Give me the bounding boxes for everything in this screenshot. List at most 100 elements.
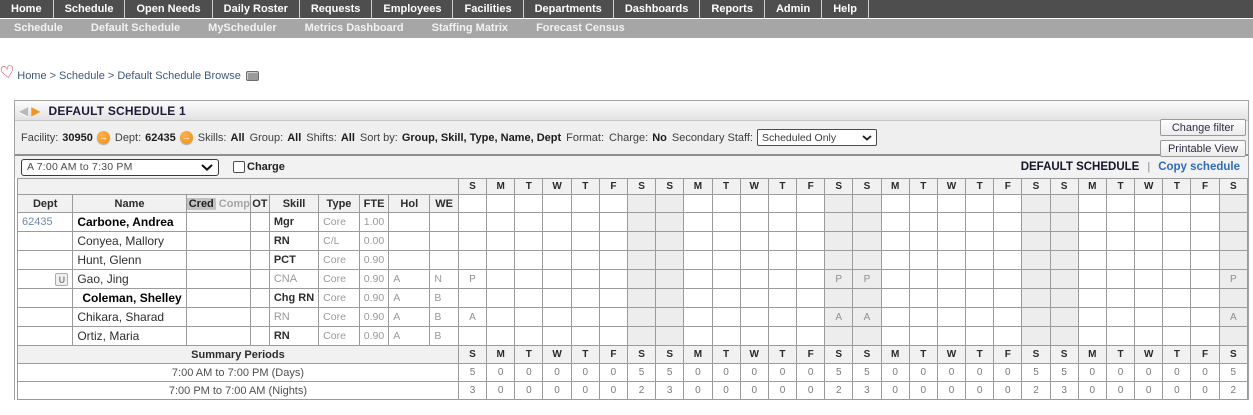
day-cell[interactable] (993, 212, 1023, 232)
day-cell[interactable] (457, 288, 488, 308)
shift-select[interactable]: A 7:00 AM to 7:30 PM (21, 158, 219, 176)
day-cell[interactable] (542, 250, 572, 270)
day-cell[interactable] (824, 194, 854, 213)
day-cell[interactable]: P (1218, 269, 1249, 289)
day-cell[interactable] (514, 288, 544, 308)
day-cell[interactable] (655, 326, 685, 346)
day-cell[interactable]: P (852, 269, 882, 289)
day-cell[interactable] (655, 231, 685, 251)
day-cell[interactable] (767, 326, 798, 346)
day-cell[interactable] (739, 307, 769, 327)
day-cell[interactable] (824, 250, 854, 270)
subnav-item-default-schedule[interactable]: Default Schedule (77, 19, 194, 38)
breadcrumb-link[interactable]: Schedule (59, 70, 105, 82)
day-cell[interactable] (880, 194, 910, 213)
day-cell[interactable] (626, 269, 657, 289)
day-cell[interactable] (824, 212, 854, 232)
day-cell[interactable] (1021, 288, 1051, 308)
day-cell[interactable] (796, 326, 826, 346)
day-cell[interactable] (457, 231, 488, 251)
subnav-item-staffing-matrix[interactable]: Staffing Matrix (418, 19, 522, 38)
day-cell[interactable] (542, 307, 572, 327)
day-cell[interactable] (1021, 250, 1051, 270)
day-cell[interactable] (936, 231, 967, 251)
day-cell[interactable] (570, 250, 600, 270)
day-cell[interactable] (598, 231, 628, 251)
day-cell[interactable] (514, 326, 544, 346)
day-cell[interactable] (993, 288, 1023, 308)
day-cell[interactable]: P (824, 269, 854, 289)
day-cell[interactable] (655, 212, 685, 232)
day-cell[interactable] (1218, 288, 1249, 308)
day-cell[interactable] (1105, 231, 1136, 251)
day-cell[interactable] (655, 307, 685, 327)
day-cell[interactable] (711, 231, 741, 251)
day-cell[interactable] (542, 326, 572, 346)
day-cell[interactable] (1218, 326, 1249, 346)
day-cell[interactable] (570, 231, 600, 251)
day-cell[interactable] (965, 288, 995, 308)
day-cell[interactable] (683, 212, 713, 232)
refresh-icon[interactable]: → (96, 131, 110, 144)
subnav-item-myscheduler[interactable]: MyScheduler (194, 19, 290, 38)
day-cell[interactable] (570, 212, 600, 232)
day-cell[interactable] (936, 269, 967, 289)
day-cell[interactable] (486, 194, 516, 213)
day-cell[interactable] (993, 231, 1023, 251)
day-cell[interactable] (570, 307, 600, 327)
day-cell[interactable] (965, 326, 995, 346)
change-filter-button[interactable]: Change filter (1160, 119, 1246, 136)
day-cell[interactable] (880, 307, 910, 327)
day-cell[interactable] (683, 326, 713, 346)
day-cell[interactable] (993, 250, 1023, 270)
day-cell[interactable] (796, 194, 826, 213)
day-cell[interactable] (542, 288, 572, 308)
day-cell[interactable] (655, 288, 685, 308)
day-cell[interactable] (1218, 194, 1249, 213)
breadcrumb-link[interactable]: Home (17, 70, 46, 82)
day-cell[interactable]: A (1218, 307, 1249, 327)
day-cell[interactable] (1021, 231, 1051, 251)
day-cell[interactable] (1218, 212, 1249, 232)
breadcrumb-link[interactable]: Default Schedule Browse (117, 70, 241, 82)
day-cell[interactable] (796, 212, 826, 232)
day-cell[interactable] (1077, 250, 1107, 270)
nav-item-daily-roster[interactable]: Daily Roster (213, 0, 300, 18)
day-cell[interactable] (739, 250, 769, 270)
day-cell[interactable] (1162, 231, 1192, 251)
previous-schedule-arrow-icon[interactable]: ◀ (19, 104, 28, 118)
day-cell[interactable] (711, 269, 741, 289)
nav-item-departments[interactable]: Departments (524, 0, 614, 18)
day-cell[interactable] (542, 194, 572, 213)
day-cell[interactable] (767, 269, 798, 289)
day-cell[interactable] (880, 212, 910, 232)
day-cell[interactable] (570, 326, 600, 346)
day-cell[interactable] (1162, 269, 1192, 289)
day-cell[interactable] (711, 194, 741, 213)
day-cell[interactable] (598, 307, 628, 327)
subnav-item-metrics-dashboard[interactable]: Metrics Dashboard (291, 19, 418, 38)
day-cell[interactable] (1162, 288, 1192, 308)
day-cell[interactable] (457, 212, 488, 232)
day-cell[interactable] (1190, 326, 1220, 346)
refresh-icon[interactable]: → (179, 131, 193, 144)
day-cell[interactable] (1077, 288, 1107, 308)
day-cell[interactable] (1162, 212, 1192, 232)
day-cell[interactable] (767, 250, 798, 270)
nav-item-facilities[interactable]: Facilities (453, 0, 524, 18)
day-cell[interactable] (739, 231, 769, 251)
charge-checkbox[interactable] (233, 161, 245, 173)
day-cell[interactable] (570, 288, 600, 308)
day-cell[interactable] (711, 250, 741, 270)
day-cell[interactable] (824, 326, 854, 346)
day-cell[interactable] (824, 288, 854, 308)
nav-item-reports[interactable]: Reports (700, 0, 765, 18)
day-cell[interactable] (626, 288, 657, 308)
day-cell[interactable] (936, 307, 967, 327)
printable-view-button[interactable]: Printable View (1160, 140, 1246, 157)
day-cell[interactable] (1049, 231, 1079, 251)
day-cell[interactable]: A (852, 307, 882, 327)
day-cell[interactable] (880, 269, 910, 289)
day-cell[interactable] (908, 307, 938, 327)
day-cell[interactable] (457, 250, 488, 270)
